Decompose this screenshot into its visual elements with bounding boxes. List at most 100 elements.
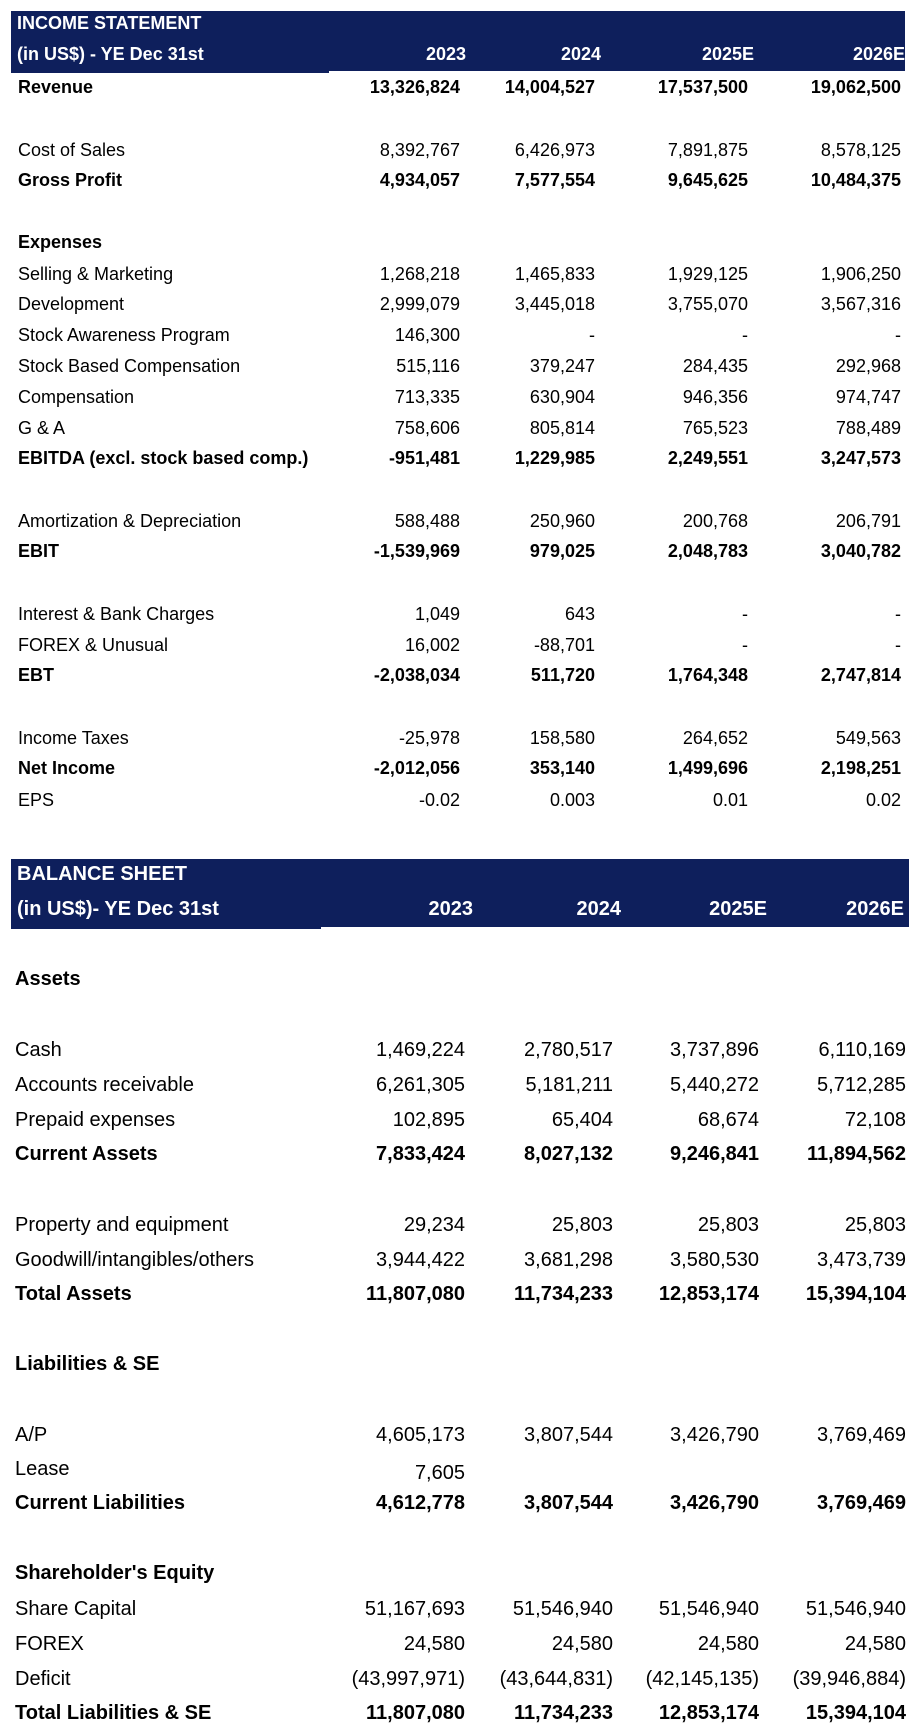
cell-2024: 11,734,233 [514,1283,613,1305]
income-statement-header: INCOME STATEMENT (in US$) - YE Dec 31st … [11,11,905,73]
cell-2026e: 72,108 [844,1109,906,1131]
cell-2024: 65,404 [551,1109,613,1131]
cell-2025e: - [742,325,748,345]
cell-2023: 515,116 [396,356,460,376]
cell-2025e: 3,580,530 [670,1249,759,1271]
header-underline [321,927,909,929]
cell-2024: 25,803 [551,1214,613,1236]
cell-2026e: 3,473,739 [817,1249,906,1271]
row-label: Revenue [18,77,94,97]
cell-2025e: 24,580 [697,1633,759,1655]
cell-2025e: 25,803 [697,1214,759,1236]
cell-2023: -0.02 [418,790,460,810]
cell-2026e: 3,567,316 [820,294,901,314]
year-header-2026e: 2026E [852,44,905,64]
row-label: Goodwill/intangibles/others [15,1249,255,1271]
cell-2025e: 200,768 [682,511,748,531]
cell-2025e: 5,440,272 [670,1074,759,1096]
cell-2025e: 0.01 [712,790,748,810]
cell-2023: 6,261,305 [376,1074,465,1096]
row-label: Stock Based Compensation [18,356,241,376]
cell-2026e: 24,580 [844,1633,906,1655]
cell-2025e: 51,546,940 [658,1598,759,1620]
row-label: Cost of Sales [18,140,126,160]
cell-2025e: 1,764,348 [667,665,748,685]
cell-2024: (43,644,831) [499,1668,613,1690]
cell-2023: 11,807,080 [366,1283,465,1305]
cell-2025e: - [742,604,748,624]
cell-2023: 1,049 [414,604,460,624]
balance-sheet-subtitle: (in US$)- YE Dec 31st [17,898,219,920]
cell-2024: 6,426,973 [514,140,595,160]
cell-2024: 979,025 [529,541,595,561]
row-label: Total Liabilities & SE [15,1702,212,1724]
year-header-2023: 2023 [425,44,466,64]
row-label: Income Taxes [18,728,129,748]
cell-2023: 51,167,693 [364,1598,465,1620]
cell-2026e: 788,489 [835,418,901,438]
row-label: EBIT [18,541,60,561]
year-header-2023: 2023 [428,898,474,920]
cell-2024: 643 [564,604,595,624]
cell-2025e: 3,426,790 [670,1424,759,1446]
cell-2025e: 2,048,783 [667,541,748,561]
cell-2023: 713,335 [394,387,460,407]
cell-2026e: 8,578,125 [820,140,901,160]
header-underline [329,71,905,73]
row-label: Amortization & Depreciation [18,511,242,531]
row-label: Selling & Marketing [18,264,174,284]
cell-2023: 13,326,824 [369,77,460,97]
row-label: Prepaid expenses [15,1109,176,1131]
section-label: Shareholder's Equity [15,1562,215,1584]
cell-2026e: 5,712,285 [817,1074,906,1096]
cell-2024: 250,960 [529,511,595,531]
cell-2026e: 3,769,469 [817,1492,906,1514]
cell-2023: -1,539,969 [373,541,460,561]
row-label: G & A [18,418,66,438]
cell-2024: 24,580 [551,1633,613,1655]
row-label: EPS [18,790,55,810]
cell-2025e: 946,356 [682,387,748,407]
cell-2025e: 1,929,125 [667,264,748,284]
cell-2026e: - [895,604,901,624]
row-label: Stock Awareness Program [18,325,230,345]
row-label: FOREX [15,1633,84,1655]
cell-2026e: 25,803 [844,1214,906,1236]
cell-2024: 3,681,298 [524,1249,613,1271]
cell-2025e: 284,435 [682,356,748,376]
cell-2024: -88,701 [533,635,595,655]
row-label: Accounts receivable [15,1074,194,1096]
cell-2026e: 2,747,814 [820,665,901,685]
cell-2025e: 3,737,896 [670,1039,759,1061]
cell-2026e: 0.02 [865,790,901,810]
cell-2023: 3,944,422 [376,1249,465,1271]
cell-2023: 29,234 [403,1214,465,1236]
cell-2026e: 974,747 [835,387,901,407]
cell-2025e: 9,645,625 [667,170,748,190]
section-label: Expenses [18,232,103,252]
cell-2025e: (42,145,135) [645,1668,759,1690]
row-label: Deficit [15,1668,71,1690]
cell-2023: 2,999,079 [379,294,460,314]
row-label: Compensation [18,387,135,407]
cell-2024: 14,004,527 [504,77,595,97]
cell-2024: 3,807,544 [524,1424,613,1446]
row-label: FOREX & Unusual [18,635,169,655]
cell-2023: -2,012,056 [373,758,460,778]
cell-2024: 630,904 [529,387,595,407]
cell-2024: 3,807,544 [524,1492,613,1514]
year-header-2024: 2024 [576,898,622,920]
row-label: EBITDA (excl. stock based comp.) [18,448,309,468]
section-label: Liabilities & SE [15,1353,160,1375]
cell-2023: 4,612,778 [376,1492,465,1514]
cell-2023: -951,481 [388,448,460,468]
cell-2026e: 2,198,251 [820,758,901,778]
cell-2024: 2,780,517 [524,1039,613,1061]
year-header-2025e: 2025E [709,898,767,920]
cell-2026e: 10,484,375 [810,170,901,190]
cell-2024: 1,229,985 [514,448,595,468]
cell-2026e: 15,394,104 [805,1702,906,1724]
cell-2024: 1,465,833 [514,264,595,284]
row-label: A/P [15,1424,48,1446]
cell-2026e: (39,946,884) [792,1668,906,1690]
